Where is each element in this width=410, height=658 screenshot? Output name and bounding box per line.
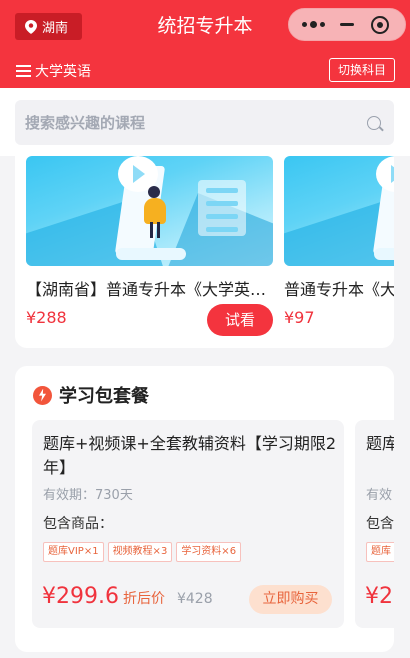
- more-icon: [302, 21, 326, 28]
- course-price: ¥97: [284, 308, 315, 327]
- package-tags: 题库: [366, 542, 394, 562]
- subject-selector[interactable]: 大学英语: [16, 61, 91, 81]
- subject-label: 大学英语: [35, 64, 91, 80]
- course-thumbnail[interactable]: [284, 156, 394, 266]
- product-tag: 视频教程×3: [107, 542, 173, 562]
- top-header: 湖南 统招专升本 大学英语 切换科目: [0, 0, 410, 88]
- contains-label: 包含商品：: [43, 516, 113, 532]
- original-price: ¥428: [176, 591, 213, 607]
- package-price-row: ¥299.6 折后价 ¥428: [42, 584, 213, 609]
- more-button[interactable]: [300, 11, 328, 39]
- course-item[interactable]: 【湖南省】普通专升本《大学英语》 ¥288 试看: [26, 156, 273, 336]
- target-close-icon: [371, 15, 390, 34]
- product-tag: 学习资料×6: [176, 542, 242, 562]
- course-price: ¥288: [26, 308, 67, 327]
- minimize-icon: [339, 23, 354, 26]
- package-section: 学习包套餐 题库+视频课+全套教辅资料【学习期限2年】 有效期：730天 包含商…: [15, 366, 394, 652]
- package-name: 题库+视频课+全套教辅资料【学习期限2年】: [43, 434, 336, 477]
- section-title: 学习包套餐: [59, 386, 149, 407]
- package-validity: 有效期：730天: [43, 488, 133, 503]
- package-price: ¥299.6: [42, 584, 119, 609]
- course-title: 【湖南省】普通专升本《大学英语》: [26, 280, 273, 299]
- search-input[interactable]: [15, 100, 355, 145]
- subject-bar: 大学英语 切换科目: [0, 57, 410, 85]
- search-icon[interactable]: [367, 116, 381, 130]
- package-item[interactable]: 题库+视频课+全套教辅资料【学习期限2年】 有效期：730天 包含商品： 题库V…: [32, 420, 344, 628]
- miniapp-capsule: [288, 8, 406, 41]
- menu-icon: [16, 65, 31, 77]
- package-tags: 题库VIP×1 视频教程×3 学习资料×6: [43, 542, 242, 562]
- package-validity: 有效: [366, 488, 393, 503]
- course-thumbnail[interactable]: [26, 156, 273, 266]
- minimize-button[interactable]: [333, 11, 361, 39]
- preview-button[interactable]: 试看: [207, 304, 273, 336]
- contains-label: 包含: [366, 516, 394, 532]
- product-tag: 题库VIP×1: [43, 542, 104, 562]
- package-item[interactable]: 题库 有效 包含 题库 ¥22: [355, 420, 394, 628]
- lightning-icon: [33, 385, 52, 405]
- product-tag: 题库: [366, 542, 394, 562]
- discount-label: 折后价: [122, 591, 165, 607]
- package-price: ¥22: [365, 584, 394, 609]
- package-name: 题库: [366, 434, 394, 453]
- buy-now-button[interactable]: 立即购买: [249, 585, 332, 614]
- search-box[interactable]: [15, 100, 394, 145]
- close-button[interactable]: [366, 11, 394, 39]
- switch-subject-button[interactable]: 切换科目: [329, 58, 395, 82]
- section-header: 学习包套餐: [33, 382, 149, 408]
- package-price-row: ¥22: [365, 584, 394, 609]
- course-title: 普通专升本《大学英语》: [284, 280, 394, 299]
- play-icon: [376, 156, 394, 192]
- course-item[interactable]: 普通专升本《大学英语》 ¥97: [284, 156, 394, 327]
- search-bar: [0, 88, 410, 156]
